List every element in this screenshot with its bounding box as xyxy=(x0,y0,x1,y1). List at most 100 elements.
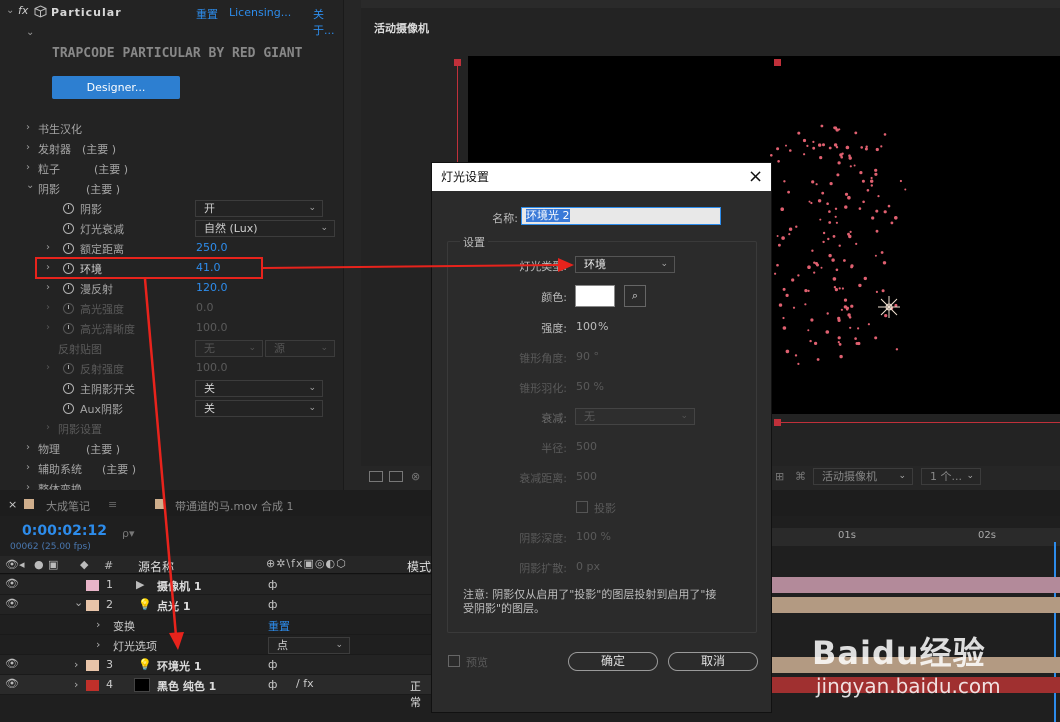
shy-switch-icon[interactable]: ф xyxy=(268,678,277,691)
about-link[interactable]: 关于... xyxy=(313,6,343,38)
particle xyxy=(875,147,879,152)
comp-handle[interactable] xyxy=(774,419,781,426)
close-icon[interactable]: × xyxy=(748,166,763,187)
comp-handle[interactable] xyxy=(774,59,781,66)
flowchart-icon[interactable]: ⌘ xyxy=(795,470,806,483)
layer-bar-2[interactable] xyxy=(772,597,1060,613)
layer-name[interactable]: 黑色 纯色 1 xyxy=(157,678,216,694)
label-color-swatch[interactable] xyxy=(86,680,99,691)
name-input[interactable]: 环境光 2 xyxy=(521,207,721,225)
layer-row-3[interactable]: 👁 › 3 💡 环境光 1 ф xyxy=(0,655,431,675)
light-type-dropdown[interactable]: 点 ⌄ xyxy=(268,637,350,654)
close-icon[interactable]: × xyxy=(8,498,17,511)
grid-icon[interactable]: ⊞ xyxy=(775,470,784,483)
chevron-right-icon[interactable]: › xyxy=(96,618,100,631)
group-label: 粒子 xyxy=(38,163,60,176)
transform-reset-link[interactable]: 重置 xyxy=(268,618,290,634)
layer-name[interactable]: 环境光 1 xyxy=(157,658,201,674)
light-type-select[interactable]: 环境 ⌄ xyxy=(575,256,675,273)
layer-row-2[interactable]: 👁 ⌄ 2 💡 点光 1 ф xyxy=(0,595,431,615)
view-count-dropdown[interactable]: 1 个... ⌄ xyxy=(921,468,981,485)
stopwatch-icon[interactable] xyxy=(63,243,74,254)
timecode[interactable]: 0:00:02:12 xyxy=(22,523,107,539)
solo-icon[interactable]: ● xyxy=(34,558,44,571)
stopwatch-icon[interactable] xyxy=(63,203,74,214)
group-particle[interactable]: › 粒子 (主要 ) xyxy=(0,158,343,178)
chevron-down-icon[interactable]: ⌄ xyxy=(74,596,83,609)
display-icon[interactable] xyxy=(389,471,403,482)
eye-icon[interactable]: 👁 xyxy=(5,657,19,670)
snapshot-icon[interactable] xyxy=(369,471,383,482)
menu-icon[interactable]: ≡ xyxy=(108,498,117,511)
group-physics[interactable]: › 物理 (主要 ) xyxy=(0,438,343,458)
fx-switch-icon[interactable]: / fx xyxy=(296,677,314,690)
preview-checkbox[interactable] xyxy=(448,655,460,667)
main-shadow-dropdown[interactable]: 关 ⌄ xyxy=(195,380,323,397)
group-global-transform[interactable]: › 整体变换 xyxy=(0,478,343,490)
light-gizmo-icon[interactable] xyxy=(878,296,900,318)
chevron-right-icon[interactable]: › xyxy=(74,678,78,691)
collapse-caret-icon[interactable]: ⌄ xyxy=(6,5,14,16)
group-shusheng[interactable]: › 书生汉化 xyxy=(0,118,343,138)
tab-dacheng[interactable]: 大成笔记 xyxy=(46,498,90,514)
effects-scrollbar[interactable] xyxy=(343,0,361,490)
layer-name[interactable]: 摄像机 1 xyxy=(157,578,201,594)
tab-horse-comp[interactable]: 带通道的马.mov 合成 1 xyxy=(175,498,293,514)
eye-icon[interactable]: 👁 xyxy=(5,597,19,610)
eye-icon[interactable]: 👁 xyxy=(5,677,19,690)
chevron-right-icon[interactable]: › xyxy=(96,638,100,651)
designer-button[interactable]: Designer... xyxy=(52,76,180,99)
col-source-name[interactable]: 源名称 xyxy=(138,558,174,575)
stopwatch-icon[interactable] xyxy=(63,403,74,414)
shy-switch-icon[interactable]: ф xyxy=(268,598,277,611)
stopwatch-icon[interactable] xyxy=(63,283,74,294)
stopwatch-icon[interactable] xyxy=(63,383,74,394)
intensity-value[interactable]: 100 xyxy=(576,320,597,333)
cancel-button[interactable]: 取消 xyxy=(668,652,758,671)
time-ruler[interactable]: 01s 02s xyxy=(772,528,1060,546)
shy-switch-icon[interactable]: ф xyxy=(268,658,277,671)
comp-handle[interactable] xyxy=(454,59,461,66)
chevron-right-icon[interactable]: › xyxy=(74,658,78,671)
group-emitter[interactable]: › 发射器 (主要 ) xyxy=(0,138,343,158)
lock-icon[interactable]: ▣ xyxy=(48,558,58,571)
layer-row-1[interactable]: 👁 1 ▶ 摄像机 1 ф xyxy=(0,575,431,595)
reset-link[interactable]: 重置 xyxy=(196,6,218,22)
blend-mode[interactable]: 正常 xyxy=(410,678,431,710)
layer-name[interactable]: 点光 1 xyxy=(157,598,190,614)
param-reflection-strength: › 反射强度 100.0 xyxy=(0,358,343,378)
eyedropper-icon[interactable]: ⌕ xyxy=(624,285,646,307)
chevron-right-icon[interactable]: › xyxy=(46,242,50,253)
eye-icon[interactable]: 👁 xyxy=(5,558,19,571)
param-value[interactable]: 120.0 xyxy=(196,281,228,294)
fx-icon[interactable]: fx xyxy=(18,4,28,17)
aux-shadow-dropdown[interactable]: 关 ⌄ xyxy=(195,400,323,417)
layer-row-4[interactable]: 👁 › 4 黑色 纯色 1 ф / fx 正常 xyxy=(0,675,431,709)
falloff-dropdown[interactable]: 自然 (Lux) ⌄ xyxy=(195,220,335,237)
stopwatch-icon[interactable] xyxy=(63,223,74,234)
shy-switch-icon[interactable]: ф xyxy=(268,578,277,591)
group-label: 发射器 xyxy=(38,143,71,156)
group-shading[interactable]: ⌄ 阴影 (主要 ) xyxy=(0,178,343,198)
col-mode[interactable]: 模式 xyxy=(407,558,431,575)
color-swatch[interactable] xyxy=(575,285,615,307)
chevron-down-icon[interactable]: ⌄ xyxy=(26,27,34,38)
eye-icon[interactable]: 👁 xyxy=(5,577,19,590)
ok-button[interactable]: 确定 xyxy=(568,652,658,671)
audio-icon[interactable]: ◂ xyxy=(19,558,25,571)
layer-number: 2 xyxy=(106,598,113,611)
licensing-link[interactable]: Licensing... xyxy=(229,6,291,19)
layer-search-input[interactable]: ρ▾ xyxy=(122,527,302,545)
playhead[interactable] xyxy=(1054,542,1056,722)
camera-view-dropdown[interactable]: 活动摄像机 ⌄ xyxy=(813,468,913,485)
layer-bar-1[interactable] xyxy=(772,577,1060,593)
group-aux-system[interactable]: › 辅助系统 (主要 ) xyxy=(0,458,343,478)
shadow-dropdown[interactable]: 开 ⌄ xyxy=(195,200,323,217)
param-value[interactable]: 250.0 xyxy=(196,241,228,254)
chevron-right-icon[interactable]: › xyxy=(46,282,50,293)
group-tag: (主要 ) xyxy=(82,143,117,156)
label-color-swatch[interactable] xyxy=(86,580,99,591)
label-color-swatch[interactable] xyxy=(86,600,99,611)
mask-icon[interactable]: ⊗ xyxy=(411,470,420,483)
label-color-swatch[interactable] xyxy=(86,660,99,671)
